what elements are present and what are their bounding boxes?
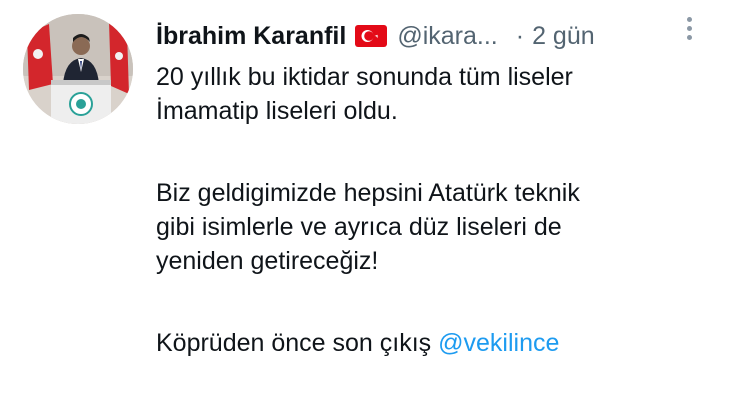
avatar[interactable]: [23, 14, 133, 124]
author-display-name[interactable]: İbrahim Karanfil: [156, 18, 346, 54]
tweet-timestamp[interactable]: 2 gün: [532, 18, 595, 54]
tweet-header: İbrahim Karanfil @ikara... · 2 gün: [156, 18, 706, 54]
turkey-flag-icon: [355, 25, 388, 47]
tweet-line: gibi isimlerle ve ayrıca düz liseleri de: [156, 213, 562, 241]
mention-link[interactable]: @vekilince: [438, 329, 559, 357]
tweet-line: 20 yıllık bu iktidar sonunda tüm liseler: [156, 63, 573, 91]
author-handle[interactable]: @ikara...: [397, 18, 497, 54]
tweet-line: İmamatip liseleri oldu.: [156, 97, 398, 125]
tweet-line-text: Köprüden önce son çıkış: [156, 329, 432, 357]
header-separator: ·: [515, 22, 525, 50]
tweet-text: 20 yıllık bu iktidar sonunda tüm liseler…: [156, 60, 716, 360]
avatar-photo: [23, 14, 133, 124]
tweet-card[interactable]: İbrahim Karanfil @ikara... · 2 gün 20 yı…: [0, 0, 730, 410]
tweet-line: Biz geldigimizde hepsini Atatürk teknik: [156, 179, 580, 207]
tweet-line-final: Köprüden önce son çıkış @vekilince: [156, 326, 716, 360]
more-options-icon[interactable]: [680, 14, 700, 48]
tweet-line: yeniden getireceğiz!: [156, 247, 379, 275]
